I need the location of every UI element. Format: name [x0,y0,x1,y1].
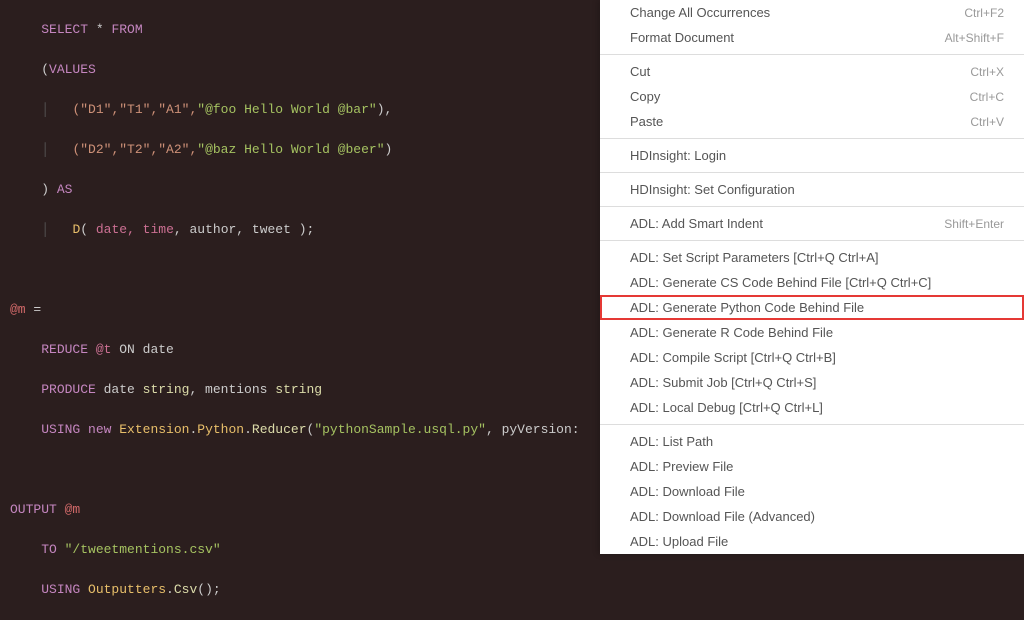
menu-item[interactable]: HDInsight: Login [600,143,1024,168]
menu-item[interactable]: ADL: Upload File [600,529,1024,554]
menu-item-label: Change All Occurrences [630,5,770,20]
menu-item-label: Format Document [630,30,734,45]
menu-item-label: ADL: Download File [630,484,745,499]
menu-separator [600,206,1024,207]
menu-item-label: ADL: Submit Job [Ctrl+Q Ctrl+S] [630,375,816,390]
menu-item-label: HDInsight: Login [630,148,726,163]
menu-item-label: ADL: Compile Script [Ctrl+Q Ctrl+B] [630,350,836,365]
menu-separator [600,54,1024,55]
menu-item[interactable]: Paste Ctrl+V [600,109,1024,134]
menu-item-label: Paste [630,114,663,129]
menu-item-label: ADL: Generate CS Code Behind File [Ctrl+… [630,275,931,290]
menu-item-label: ADL: Generate Python Code Behind File [630,300,864,315]
menu-item[interactable]: ADL: Set Script Parameters [Ctrl+Q Ctrl+… [600,245,1024,270]
menu-item[interactable]: ADL: Generate CS Code Behind File [Ctrl+… [600,270,1024,295]
menu-item-label: Copy [630,89,660,104]
menu-item[interactable]: HDInsight: Set Configuration [600,177,1024,202]
menu-separator [600,240,1024,241]
menu-item[interactable]: ADL: Submit Job [Ctrl+Q Ctrl+S] [600,370,1024,395]
menu-item-shortcut: Ctrl+V [970,115,1004,129]
menu-item[interactable]: ADL: Download File (Advanced) [600,504,1024,529]
menu-item[interactable]: ADL: List Path [600,429,1024,454]
menu-item[interactable]: ADL: Generate R Code Behind File [600,320,1024,345]
menu-item-label: ADL: Download File (Advanced) [630,509,815,524]
menu-item[interactable]: Cut Ctrl+X [600,59,1024,84]
menu-item-label: ADL: Local Debug [Ctrl+Q Ctrl+L] [630,400,823,415]
menu-item[interactable]: ADL: Local Debug [Ctrl+Q Ctrl+L] [600,395,1024,420]
menu-item-shortcut: Ctrl+C [970,90,1004,104]
menu-item-shortcut: Shift+Enter [944,217,1004,231]
menu-item-label: ADL: Generate R Code Behind File [630,325,833,340]
menu-item[interactable]: ADL: Add Smart Indent Shift+Enter [600,211,1024,236]
code-editor[interactable]: SELECT * FROM (VALUES │ ("D1","T1","A1",… [0,0,600,585]
menu-item[interactable]: ADL: Preview File [600,454,1024,479]
menu-item-label: ADL: Set Script Parameters [Ctrl+Q Ctrl+… [630,250,879,265]
menu-item-shortcut: Ctrl+X [970,65,1004,79]
menu-item-label: Cut [630,64,650,79]
menu-item[interactable]: Copy Ctrl+C [600,84,1024,109]
menu-item[interactable]: ADL: Generate Python Code Behind File [600,295,1024,320]
menu-separator [600,172,1024,173]
menu-item-label: ADL: Add Smart Indent [630,216,763,231]
menu-item-label: ADL: List Path [630,434,713,449]
menu-item-shortcut: Alt+Shift+F [945,31,1004,45]
menu-item[interactable]: Change All Occurrences Ctrl+F2 [600,0,1024,25]
context-menu: Change All Occurrences Ctrl+F2 Format Docu… [600,0,1024,554]
menu-item-label: HDInsight: Set Configuration [630,182,795,197]
menu-item-label: ADL: Upload File [630,534,728,549]
menu-item-shortcut: Ctrl+F2 [964,6,1004,20]
menu-separator [600,424,1024,425]
menu-separator [600,138,1024,139]
menu-item-label: ADL: Preview File [630,459,733,474]
menu-item[interactable]: Format Document Alt+Shift+F [600,25,1024,50]
menu-item[interactable]: ADL: Compile Script [Ctrl+Q Ctrl+B] [600,345,1024,370]
menu-item[interactable]: ADL: Download File [600,479,1024,504]
